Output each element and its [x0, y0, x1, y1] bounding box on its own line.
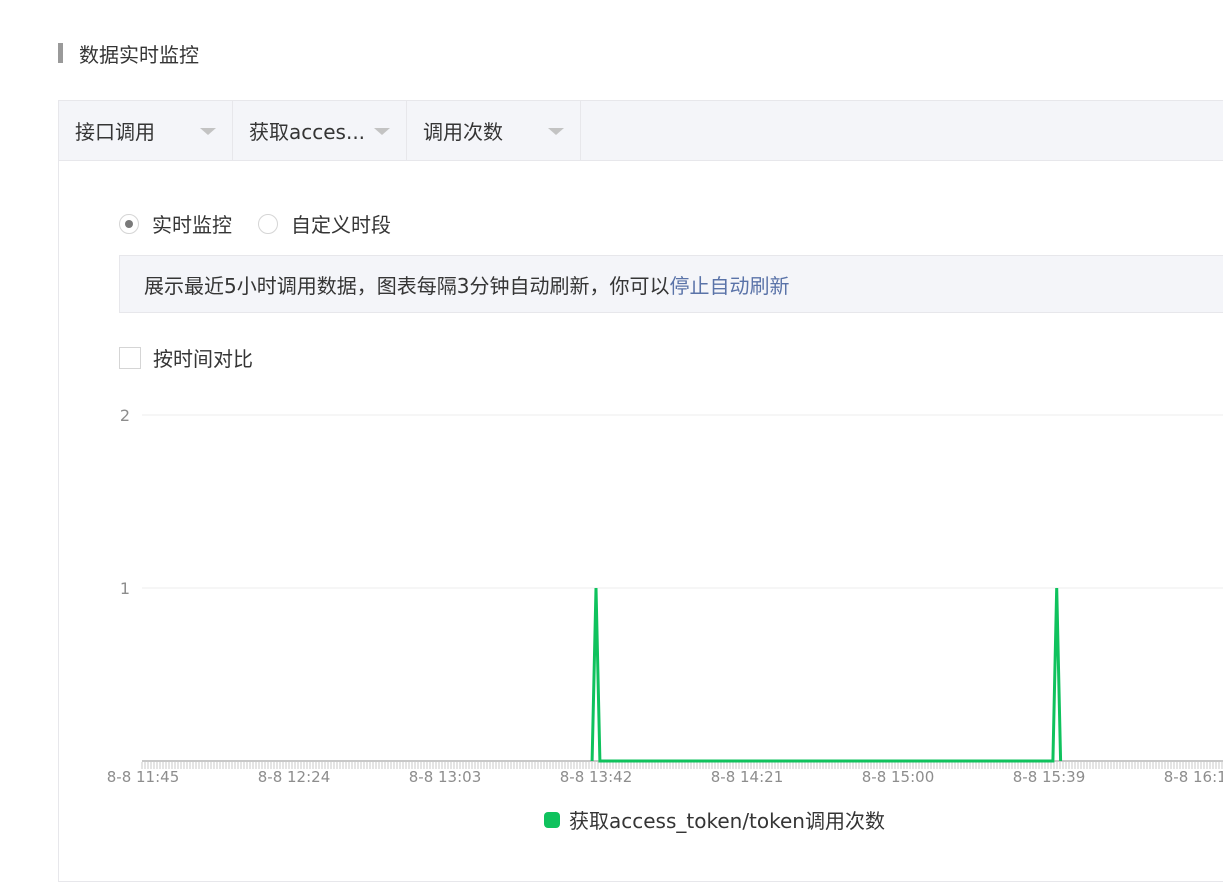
line-chart: 12 8-8 11:458-8 12:248-8 13:038-8 13:428… [0, 0, 1223, 856]
y-axis-ticks: 12 [120, 406, 130, 598]
x-tick-label: 8-8 15:00 [862, 768, 935, 786]
y-tick-label: 2 [120, 406, 130, 425]
chart-legend[interactable]: 获取access_token/token调用次数 [544, 805, 885, 834]
x-tick-label: 8-8 14:21 [711, 768, 784, 786]
y-tick-label: 1 [120, 579, 130, 598]
x-tick-label: 8-8 13:03 [409, 768, 482, 786]
legend-swatch [544, 812, 560, 828]
x-tick-label: 8-8 15:39 [1013, 768, 1086, 786]
chart-series [592, 588, 1061, 761]
x-tick-label: 8-8 11:45 [107, 768, 180, 786]
x-tick-label: 8-8 12:24 [258, 768, 331, 786]
legend-label: 获取access_token/token调用次数 [569, 805, 885, 834]
x-tick-label: 8-8 16:18 [1164, 768, 1223, 786]
series-line [592, 588, 1061, 761]
x-axis-labels: 8-8 11:45 8-8 12:24 8-8 13:03 8-8 13:42 8-8 … [107, 768, 1223, 786]
x-tick-label: 8-8 13:42 [560, 768, 633, 786]
